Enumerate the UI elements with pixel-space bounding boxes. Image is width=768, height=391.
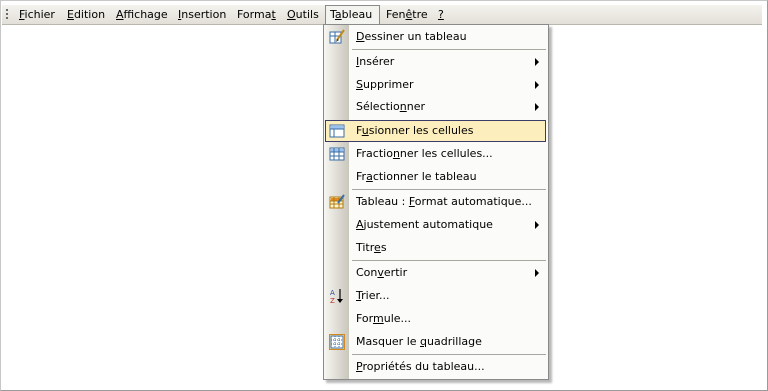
autoformat-icon	[329, 194, 345, 210]
menu-item-label: Insérer	[356, 55, 395, 68]
menu-item-format-automatique[interactable]: Tableau : Format automatique...	[325, 191, 546, 213]
split-cells-icon	[329, 146, 345, 162]
menu-item-inserer[interactable]: Insérer	[325, 51, 546, 73]
menu-item-fractionner-le-tableau[interactable]: Fractionner le tableau	[325, 166, 546, 188]
submenu-arrow-icon	[535, 221, 539, 229]
menu-outils[interactable]: Outils	[283, 5, 323, 24]
menu-separator	[352, 260, 546, 261]
menu-item-label: Trier...	[356, 289, 390, 302]
menu-item-label: Fractionner le tableau	[356, 170, 477, 183]
menu-separator	[352, 354, 546, 355]
merge-cells-icon	[329, 123, 345, 139]
toolbar-grip-handle[interactable]	[6, 9, 8, 21]
submenu-arrow-icon	[535, 103, 539, 111]
tableau-dropdown-menu: Dessiner un tableau Insérer Supprimer Sé…	[323, 24, 549, 380]
menu-format[interactable]: Format	[233, 5, 280, 24]
menu-item-masquer-le-quadrillage[interactable]: Masquer le quadrillage	[325, 331, 546, 353]
menu-item-label: Supprimer	[356, 78, 414, 91]
draw-table-icon	[329, 29, 345, 45]
menu-item-label: Tableau : Format automatique...	[356, 195, 532, 208]
menu-item-label: Convertir	[356, 266, 408, 279]
menu-bar: Fichier Edition Affichage Insertion Form…	[2, 5, 762, 25]
menu-item-label: Dessiner un tableau	[356, 30, 467, 43]
menu-fichier[interactable]: Fichier	[15, 5, 59, 24]
menu-item-label: Titres	[356, 241, 387, 254]
menu-item-fusionner-les-cellules[interactable]: Fusionner les cellules	[325, 120, 546, 142]
menu-item-proprietes-du-tableau[interactable]: Propriétés du tableau...	[325, 356, 546, 378]
menu-item-formule[interactable]: Formule...	[325, 308, 546, 330]
menu-item-trier[interactable]: A Z Trier...	[325, 285, 546, 307]
menu-separator	[352, 189, 546, 190]
menu-fenetre[interactable]: Fenêtre	[382, 5, 432, 24]
menu-item-titres[interactable]: Titres	[325, 237, 546, 259]
menu-edition[interactable]: Edition	[63, 5, 109, 24]
submenu-arrow-icon	[535, 269, 539, 277]
menu-item-fractionner-les-cellules[interactable]: Fractionner les cellules...	[325, 143, 546, 165]
menu-item-label: Fusionner les cellules	[356, 124, 474, 137]
submenu-arrow-icon	[535, 81, 539, 89]
menu-affichage[interactable]: Affichage	[112, 5, 172, 24]
menu-item-label: Masquer le quadrillage	[356, 335, 482, 348]
menu-tableau[interactable]: Tableau	[325, 5, 380, 25]
menu-item-ajustement-automatique[interactable]: Ajustement automatique	[325, 214, 546, 236]
menu-item-supprimer[interactable]: Supprimer	[325, 74, 546, 96]
menu-item-label: Ajustement automatique	[356, 218, 493, 231]
menu-item-dessiner-un-tableau[interactable]: Dessiner un tableau	[325, 26, 546, 48]
sort-az-icon: A Z	[329, 288, 345, 305]
menu-item-selectionner[interactable]: Sélectionner	[325, 96, 546, 118]
hide-gridlines-icon	[329, 334, 345, 350]
menu-item-label: Propriétés du tableau...	[356, 360, 485, 373]
menu-item-label: Formule...	[356, 312, 412, 325]
menu-insertion[interactable]: Insertion	[174, 5, 230, 24]
svg-text:Z: Z	[330, 297, 335, 304]
menu-help[interactable]: ?	[434, 5, 448, 24]
menu-item-label: Fractionner les cellules...	[356, 147, 493, 160]
submenu-arrow-icon	[535, 58, 539, 66]
menu-separator	[352, 49, 546, 50]
menu-item-label: Sélectionner	[356, 100, 425, 113]
menu-item-convertir[interactable]: Convertir	[325, 262, 546, 284]
svg-text:A: A	[330, 289, 335, 297]
